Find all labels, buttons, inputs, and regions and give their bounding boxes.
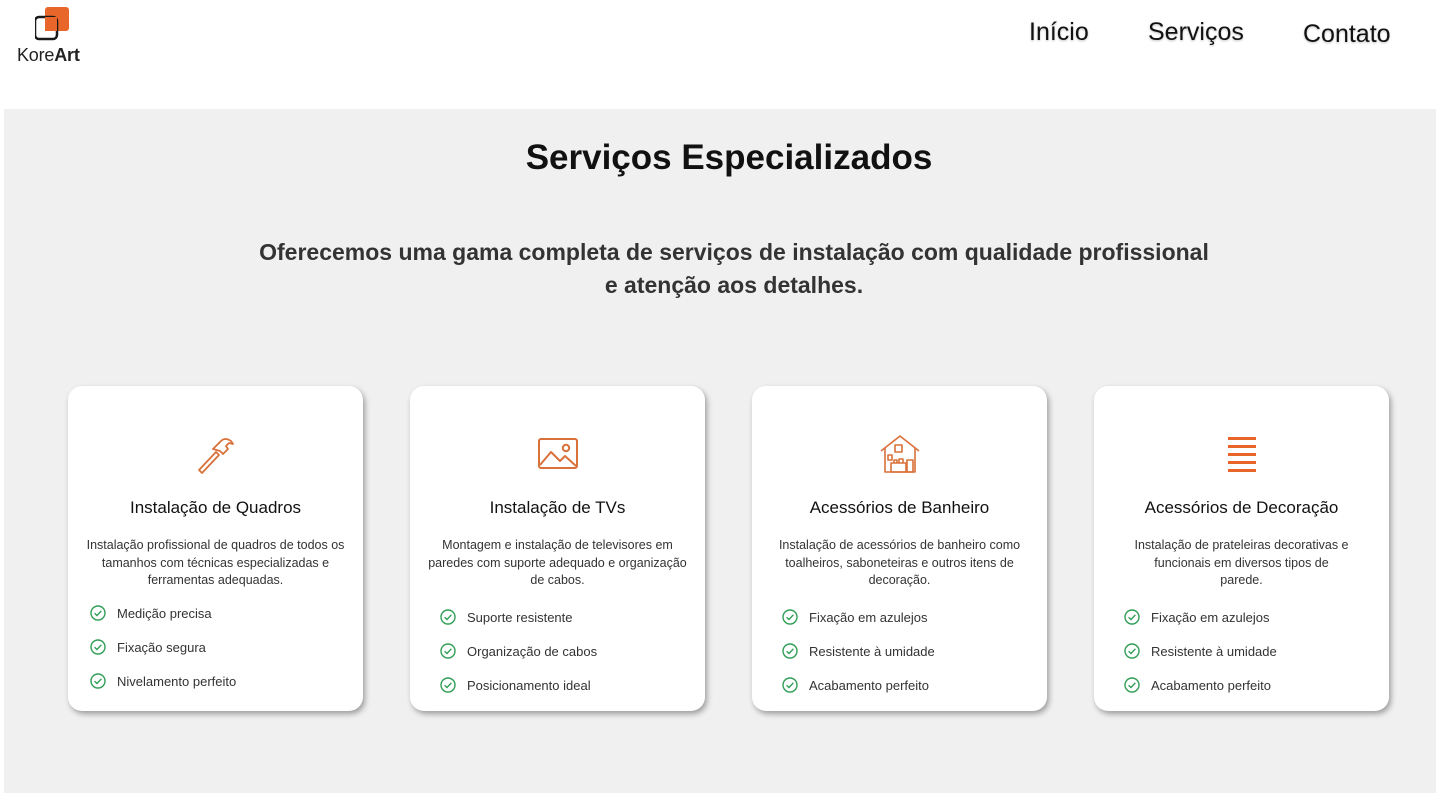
logo[interactable]: KoreArt: [17, 7, 97, 67]
section-title: Serviços Especializados: [525, 138, 933, 177]
feature-item: Acabamento perfeito: [1124, 668, 1277, 702]
service-card-banheiro: Acessórios de Banheiro Instalação de ace…: [752, 386, 1047, 711]
card-description: Instalação de acessórios de banheiro com…: [778, 538, 1021, 587]
logo-text: KoreArt: [17, 45, 80, 65]
card-title: Acessórios de Decoração: [1144, 498, 1339, 517]
check-circle-icon: [1124, 609, 1140, 625]
hammer-icon: [197, 438, 234, 474]
services-section: Serviços Especializados Oferecemos uma g…: [4, 109, 1436, 793]
service-card-tvs: Instalação de TVs Montagem e instalação …: [410, 386, 705, 711]
check-circle-icon: [440, 609, 456, 625]
check-circle-icon: [90, 673, 106, 689]
feature-item: Fixação em azulejos: [782, 600, 935, 634]
nav-servicos[interactable]: Serviços: [1148, 18, 1244, 47]
feature-item: Posicionamento ideal: [440, 668, 597, 702]
feature-item: Resistente à umidade: [782, 634, 935, 668]
card-description: Montagem e instalação de televisores em …: [428, 538, 687, 587]
check-circle-icon: [440, 643, 456, 659]
feature-item: Fixação segura: [90, 630, 236, 664]
feature-item: Resistente à umidade: [1124, 634, 1277, 668]
nav-inicio[interactable]: Início: [1029, 18, 1089, 47]
feature-item: Medição precisa: [90, 596, 236, 630]
image-icon: [537, 438, 578, 469]
feature-item: Nivelamento perfeito: [90, 664, 236, 698]
check-circle-icon: [782, 677, 798, 693]
check-circle-icon: [440, 677, 456, 693]
nav-contato[interactable]: Contato: [1303, 20, 1391, 49]
feature-item: Suporte resistente: [440, 600, 597, 634]
logo-mark-icon: [35, 7, 69, 41]
feature-list: Suporte resistente Organização de cabos …: [440, 600, 597, 702]
house-icon: [880, 435, 919, 473]
feature-list: Fixação em azulejos Resistente à umidade…: [782, 600, 935, 702]
card-description: Instalação profissional de quadros de to…: [86, 538, 345, 587]
section-subtitle: Oferecemos uma gama completa de serviços…: [259, 239, 1209, 298]
feature-list: Fixação em azulejos Resistente à umidade…: [1124, 600, 1277, 702]
check-circle-icon: [782, 609, 798, 625]
card-title: Acessórios de Banheiro: [809, 498, 990, 517]
site-header: KoreArt Início Serviços Contato: [0, 0, 1436, 109]
feature-item: Acabamento perfeito: [782, 668, 935, 702]
card-title: Instalação de TVs: [489, 498, 626, 517]
shelves-icon: [1227, 437, 1256, 472]
check-circle-icon: [90, 639, 106, 655]
feature-item: Fixação em azulejos: [1124, 600, 1277, 634]
check-circle-icon: [1124, 643, 1140, 659]
card-title: Instalação de Quadros: [129, 498, 302, 517]
feature-list: Medição precisa Fixação segura Nivelamen…: [90, 596, 236, 698]
check-circle-icon: [90, 605, 106, 621]
service-card-quadros: Instalação de Quadros Instalação profiss…: [68, 386, 363, 711]
card-description: Instalação de prateleiras decorativas e …: [1134, 538, 1349, 587]
check-circle-icon: [1124, 677, 1140, 693]
service-card-decoracao: Acessórios de Decoração Instalação de pr…: [1094, 386, 1389, 711]
check-circle-icon: [782, 643, 798, 659]
feature-item: Organização de cabos: [440, 634, 597, 668]
